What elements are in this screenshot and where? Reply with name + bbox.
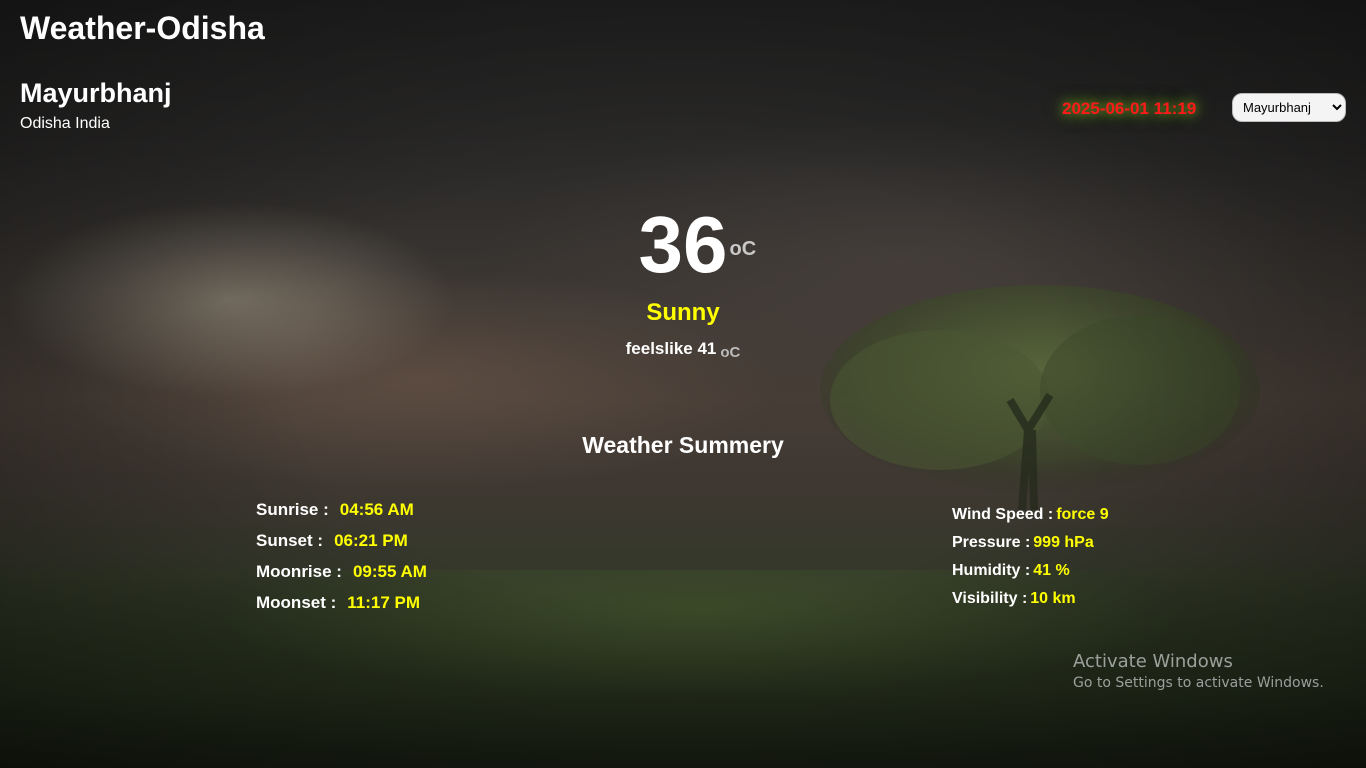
watermark-title: Activate Windows <box>1073 651 1233 672</box>
stats-list: Wind Speed : force 9 Pressure :999 hPa Hu… <box>952 505 1109 617</box>
stat-label: Pressure : <box>952 534 1031 551</box>
stat-value: force 9 <box>1056 506 1109 523</box>
stat-label: Wind Speed : <box>952 506 1054 523</box>
app-title: Weather-Odisha <box>20 10 265 46</box>
stat-label: Humidity : <box>952 562 1031 579</box>
stat-label: Visibility : <box>952 590 1028 607</box>
city-dropdown[interactable]: Mayurbhanj <box>1232 93 1346 122</box>
temperature-number: 36 <box>638 200 728 289</box>
watermark-subtitle: Go to Settings to activate Windows. <box>1073 675 1324 691</box>
temperature-unit: oC <box>729 238 757 260</box>
feelslike-unit: oC <box>720 344 741 361</box>
current-datetime: 2025-06-01 11:19 <box>1062 99 1197 118</box>
astro-label: Moonset : <box>256 593 337 612</box>
stat-row-visibility: Visibility :10 km <box>952 589 1109 617</box>
astro-value: 11:17 PM <box>347 593 421 612</box>
feelslike: feelslike 41 oC <box>0 339 1366 361</box>
astro-value: 09:55 AM <box>352 562 427 581</box>
feelslike-value: feelslike 41 <box>625 339 717 358</box>
stat-value: 999 hPa <box>1033 534 1094 551</box>
astro-label: Sunrise : <box>256 500 329 519</box>
summary-title: Weather Summery <box>582 432 784 458</box>
stat-row-pressure: Pressure :999 hPa <box>952 533 1109 561</box>
astro-value: 04:56 AM <box>339 500 414 519</box>
temperature-value: 36 oC <box>638 200 757 290</box>
stat-row-wind: Wind Speed : force 9 <box>952 505 1109 533</box>
city-region: Odisha India <box>20 115 110 132</box>
activate-windows-watermark: Activate Windows Go to Settings to activ… <box>1073 651 1324 691</box>
stat-value: 41 % <box>1033 562 1070 579</box>
astro-value: 06:21 PM <box>334 531 408 550</box>
stat-value: 10 km <box>1030 590 1076 607</box>
astro-label: Moonrise : <box>256 562 342 581</box>
astro-row-sunrise: Sunrise : 04:56 AM <box>256 499 427 530</box>
astro-row-moonset: Moonset : 11:17 PM <box>256 592 427 623</box>
city-name: Mayurbhanj <box>20 78 172 108</box>
stat-row-humidity: Humidity :41 % <box>952 561 1109 589</box>
astro-label: Sunset : <box>256 531 324 550</box>
astro-row-sunset: Sunset : 06:21 PM <box>256 530 427 561</box>
temperature-block: 36 oC <box>0 200 1366 290</box>
astro-row-moonrise: Moonrise : 09:55 AM <box>256 561 427 592</box>
weather-page: Weather-Odisha Mayurbhanj Odisha India 2… <box>0 0 1366 768</box>
astro-list: Sunrise : 04:56 AM Sunset : 06:21 PM Moonr… <box>256 499 427 623</box>
weather-condition: Sunny <box>646 299 720 326</box>
